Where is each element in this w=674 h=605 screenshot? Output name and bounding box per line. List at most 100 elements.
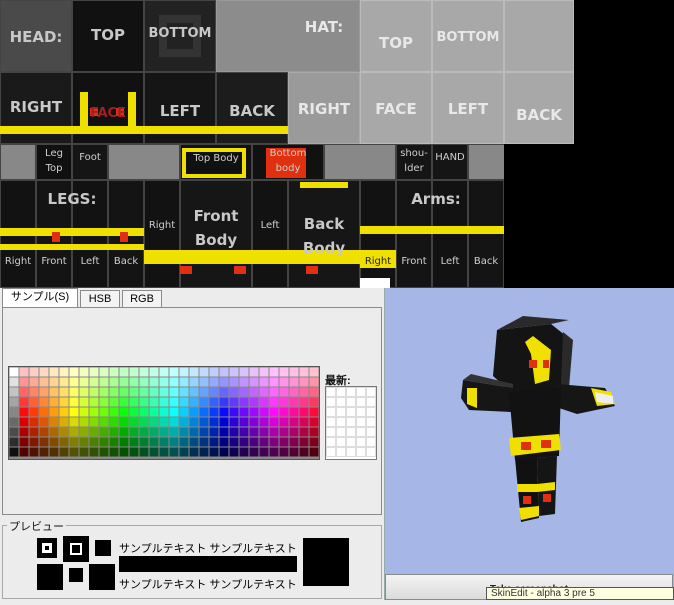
color-swatch[interactable] (209, 447, 219, 457)
color-swatch[interactable] (259, 427, 269, 437)
color-swatch[interactable] (69, 377, 79, 387)
color-swatch[interactable] (79, 447, 89, 457)
recent-color-swatch[interactable] (346, 407, 356, 417)
color-swatch[interactable] (249, 407, 259, 417)
color-swatch[interactable] (129, 387, 139, 397)
recent-color-swatch[interactable] (366, 427, 376, 437)
color-swatch[interactable] (249, 417, 259, 427)
color-swatch[interactable] (9, 397, 19, 407)
color-swatch[interactable] (309, 377, 319, 387)
color-swatch[interactable] (19, 417, 29, 427)
color-swatch[interactable] (29, 447, 39, 457)
color-swatch[interactable] (289, 377, 299, 387)
color-swatch[interactable] (49, 397, 59, 407)
color-swatch[interactable] (159, 387, 169, 397)
color-swatch[interactable] (239, 437, 249, 447)
color-swatch[interactable] (209, 387, 219, 397)
color-swatch[interactable] (289, 427, 299, 437)
color-swatch[interactable] (9, 427, 19, 437)
color-swatch[interactable] (279, 447, 289, 457)
color-swatch[interactable] (289, 417, 299, 427)
color-swatch[interactable] (59, 437, 69, 447)
color-swatch[interactable] (209, 397, 219, 407)
color-swatch[interactable] (129, 437, 139, 447)
color-swatch[interactable] (109, 407, 119, 417)
color-swatch[interactable] (269, 447, 279, 457)
color-swatch[interactable] (179, 427, 189, 437)
color-swatch[interactable] (199, 427, 209, 437)
recent-color-swatch[interactable] (336, 427, 346, 437)
color-swatch[interactable] (269, 427, 279, 437)
color-swatch[interactable] (179, 397, 189, 407)
recent-color-swatch[interactable] (346, 427, 356, 437)
color-swatch[interactable] (239, 397, 249, 407)
color-swatch[interactable] (139, 377, 149, 387)
color-swatch[interactable] (199, 367, 209, 377)
color-swatch[interactable] (229, 387, 239, 397)
color-swatch[interactable] (9, 387, 19, 397)
color-swatch[interactable] (299, 447, 309, 457)
color-swatch[interactable] (119, 397, 129, 407)
color-swatch[interactable] (259, 387, 269, 397)
color-swatch[interactable] (259, 397, 269, 407)
color-swatch[interactable] (139, 367, 149, 377)
color-swatch[interactable] (159, 367, 169, 377)
color-swatch[interactable] (69, 447, 79, 457)
recent-color-swatch[interactable] (336, 417, 346, 427)
color-swatch[interactable] (269, 367, 279, 377)
color-swatch[interactable] (109, 417, 119, 427)
color-swatch[interactable] (99, 407, 109, 417)
color-swatch[interactable] (149, 447, 159, 457)
color-swatch[interactable] (149, 427, 159, 437)
color-swatch[interactable] (299, 417, 309, 427)
color-swatch[interactable] (29, 397, 39, 407)
color-swatch[interactable] (79, 407, 89, 417)
color-swatch[interactable] (119, 387, 129, 397)
recent-color-swatch[interactable] (336, 407, 346, 417)
color-swatch[interactable] (179, 437, 189, 447)
color-swatch[interactable] (19, 407, 29, 417)
color-swatch[interactable] (299, 377, 309, 387)
color-swatch[interactable] (279, 377, 289, 387)
color-swatch[interactable] (159, 377, 169, 387)
color-swatch[interactable] (199, 377, 209, 387)
color-swatch[interactable] (29, 367, 39, 377)
color-swatch[interactable] (149, 367, 159, 377)
color-swatch[interactable] (209, 377, 219, 387)
color-swatch[interactable] (149, 377, 159, 387)
color-swatch[interactable] (189, 367, 199, 377)
color-swatch[interactable] (199, 407, 209, 417)
recent-color-swatch[interactable] (346, 437, 356, 447)
color-swatch[interactable] (69, 437, 79, 447)
color-swatch[interactable] (289, 407, 299, 417)
recent-color-swatch[interactable] (366, 397, 376, 407)
color-swatch[interactable] (129, 417, 139, 427)
color-swatch[interactable] (149, 407, 159, 417)
color-swatch[interactable] (69, 407, 79, 417)
color-swatch[interactable] (49, 437, 59, 447)
color-swatch[interactable] (309, 437, 319, 447)
color-swatch[interactable] (239, 387, 249, 397)
color-swatch[interactable] (89, 427, 99, 437)
color-swatch[interactable] (269, 407, 279, 417)
color-swatch[interactable] (269, 377, 279, 387)
color-swatch[interactable] (279, 407, 289, 417)
color-swatch[interactable] (89, 417, 99, 427)
color-swatch[interactable] (289, 387, 299, 397)
tab-hsb[interactable]: HSB (80, 290, 120, 307)
color-swatch[interactable] (9, 417, 19, 427)
color-swatch[interactable] (69, 367, 79, 377)
color-swatch[interactable] (279, 387, 289, 397)
color-swatch[interactable] (129, 447, 139, 457)
color-swatch[interactable] (229, 377, 239, 387)
color-swatch[interactable] (29, 417, 39, 427)
color-swatch[interactable] (229, 437, 239, 447)
color-swatch[interactable] (199, 417, 209, 427)
color-swatch[interactable] (189, 397, 199, 407)
color-swatch[interactable] (219, 377, 229, 387)
color-swatch[interactable] (179, 377, 189, 387)
color-swatch[interactable] (9, 407, 19, 417)
recent-color-swatch[interactable] (336, 447, 346, 457)
color-swatch[interactable] (9, 377, 19, 387)
recent-color-swatch[interactable] (356, 427, 366, 437)
